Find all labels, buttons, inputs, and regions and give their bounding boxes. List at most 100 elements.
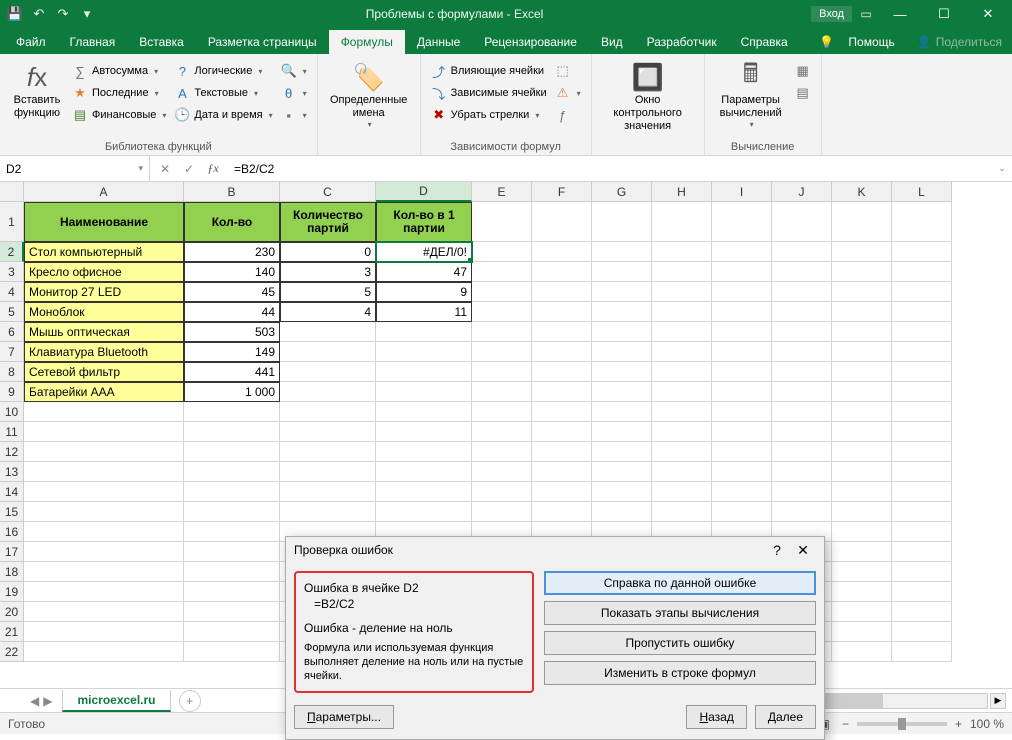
text-button[interactable]: AТекстовые▾ — [170, 82, 276, 104]
cell[interactable]: Сетевой фильтр — [24, 362, 184, 382]
cell[interactable] — [24, 402, 184, 422]
tab-formulas[interactable]: Формулы — [329, 30, 405, 54]
cell[interactable] — [24, 442, 184, 462]
cell[interactable] — [832, 562, 892, 582]
cell[interactable] — [592, 442, 652, 462]
cell[interactable] — [832, 302, 892, 322]
cell[interactable] — [652, 482, 712, 502]
cell[interactable] — [892, 262, 952, 282]
cancel-formula-icon[interactable]: ✕ — [154, 162, 176, 176]
cell[interactable] — [532, 342, 592, 362]
fx-button-icon[interactable]: ƒx — [202, 161, 224, 176]
tab-file[interactable]: Файл — [4, 30, 58, 54]
cell[interactable] — [652, 502, 712, 522]
cell[interactable] — [712, 362, 772, 382]
row-header-11[interactable]: 11 — [0, 422, 24, 442]
col-header-K[interactable]: K — [832, 182, 892, 202]
cell[interactable] — [712, 442, 772, 462]
row-header-2[interactable]: 2 — [0, 242, 24, 262]
edit-in-formula-bar-button[interactable]: Изменить в строке формул — [544, 661, 816, 685]
cell[interactable] — [712, 502, 772, 522]
cell[interactable] — [532, 422, 592, 442]
row-header-5[interactable]: 5 — [0, 302, 24, 322]
expand-formula-icon[interactable]: ⌄ — [992, 163, 1012, 174]
row-header-9[interactable]: 9 — [0, 382, 24, 402]
sheet-nav-prev-icon[interactable]: ◀ — [30, 694, 39, 708]
cell[interactable] — [772, 302, 832, 322]
cell[interactable] — [712, 322, 772, 342]
cell[interactable] — [280, 322, 376, 342]
cell[interactable] — [532, 362, 592, 382]
more-functions-button[interactable]: ▪▾ — [277, 104, 311, 126]
cell[interactable] — [892, 202, 952, 242]
cell[interactable] — [832, 362, 892, 382]
cell[interactable] — [892, 362, 952, 382]
cell[interactable]: 4 — [280, 302, 376, 322]
cell[interactable]: Кресло офисное — [24, 262, 184, 282]
cell[interactable] — [892, 522, 952, 542]
col-header-C[interactable]: C — [280, 182, 376, 202]
financial-button[interactable]: ▤Финансовые▾ — [68, 104, 170, 126]
cell[interactable] — [592, 262, 652, 282]
cell[interactable] — [892, 642, 952, 662]
cell[interactable] — [652, 202, 712, 242]
cell[interactable] — [832, 422, 892, 442]
row-header-19[interactable]: 19 — [0, 582, 24, 602]
insert-function-button[interactable]: fx Вставить функцию — [6, 56, 68, 139]
tab-developer[interactable]: Разработчик — [635, 30, 729, 54]
cell[interactable] — [184, 542, 280, 562]
dialog-help-icon[interactable]: ? — [764, 542, 790, 558]
cell[interactable] — [280, 502, 376, 522]
cell[interactable] — [712, 402, 772, 422]
cell[interactable]: Количество партий — [280, 202, 376, 242]
tab-home[interactable]: Главная — [58, 30, 128, 54]
cell[interactable] — [592, 342, 652, 362]
cell[interactable] — [184, 442, 280, 462]
row-header-4[interactable]: 4 — [0, 282, 24, 302]
row-header-12[interactable]: 12 — [0, 442, 24, 462]
cell[interactable] — [472, 362, 532, 382]
cell[interactable] — [832, 622, 892, 642]
cell[interactable] — [532, 262, 592, 282]
cell[interactable] — [832, 382, 892, 402]
cell[interactable]: Наименование — [24, 202, 184, 242]
cell[interactable] — [832, 242, 892, 262]
cell[interactable] — [532, 502, 592, 522]
back-button[interactable]: Назад — [686, 705, 746, 729]
cell[interactable] — [892, 622, 952, 642]
cell[interactable]: 503 — [184, 322, 280, 342]
cell[interactable] — [532, 242, 592, 262]
cell[interactable] — [280, 462, 376, 482]
cell[interactable] — [376, 482, 472, 502]
col-header-I[interactable]: I — [712, 182, 772, 202]
cell[interactable] — [592, 482, 652, 502]
cell[interactable] — [472, 502, 532, 522]
cell[interactable]: 230 — [184, 242, 280, 262]
cell[interactable]: 1 000 — [184, 382, 280, 402]
show-formulas-button[interactable]: ⬚ — [551, 60, 585, 82]
cell[interactable] — [532, 302, 592, 322]
cell[interactable] — [832, 582, 892, 602]
cell[interactable] — [592, 462, 652, 482]
tab-help[interactable]: Справка — [729, 30, 800, 54]
cell[interactable] — [376, 362, 472, 382]
calc-options-button[interactable]: 🖩 Параметры вычислений ▾ — [711, 56, 791, 139]
col-header-L[interactable]: L — [892, 182, 952, 202]
name-box-input[interactable] — [6, 162, 138, 176]
cell[interactable] — [24, 622, 184, 642]
cell[interactable] — [472, 262, 532, 282]
cell[interactable] — [892, 542, 952, 562]
cell[interactable]: Батарейки AAA — [24, 382, 184, 402]
cell[interactable] — [712, 202, 772, 242]
cell[interactable] — [652, 282, 712, 302]
cell[interactable] — [184, 422, 280, 442]
cell[interactable] — [592, 402, 652, 422]
cell[interactable]: 11 — [376, 302, 472, 322]
cell[interactable] — [712, 342, 772, 362]
cell[interactable] — [184, 522, 280, 542]
cell[interactable]: Кол-во — [184, 202, 280, 242]
tab-layout[interactable]: Разметка страницы — [196, 30, 329, 54]
cell[interactable] — [472, 402, 532, 422]
options-button[interactable]: Параметры... — [294, 705, 394, 729]
cell[interactable] — [712, 282, 772, 302]
